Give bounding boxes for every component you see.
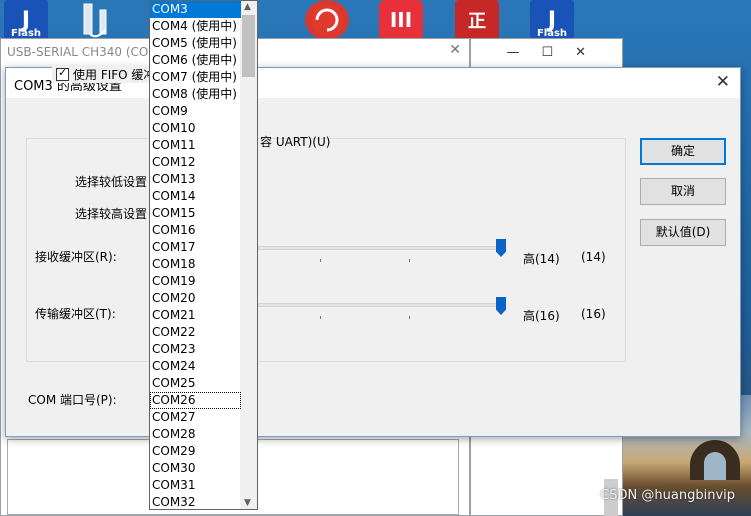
close-icon[interactable]: ✕ [449, 42, 461, 58]
tx-buffer-slider[interactable] [258, 303, 504, 307]
list-item[interactable]: COM28 [150, 426, 241, 443]
slider-tick [409, 259, 410, 262]
dropdown-scrollbar[interactable]: ▲ ▼ [240, 1, 257, 509]
tx-buffer-label: 传输缓冲区(T): [35, 307, 116, 321]
rx-buffer-high-label: 高(14) [523, 252, 560, 266]
rx-buffer-slider[interactable] [258, 246, 504, 250]
list-item[interactable]: COM19 [150, 273, 241, 290]
list-item[interactable]: COM9 [150, 103, 241, 120]
list-item[interactable]: COM23 [150, 341, 241, 358]
list-item[interactable]: COM31 [150, 477, 241, 494]
com-port-label: COM 端口号(P): [28, 393, 117, 407]
list-item[interactable]: COM17 [150, 239, 241, 256]
default-button[interactable]: 默认值(D) [640, 219, 726, 246]
com-port-dropdown-list[interactable]: ▲ ▼ COM3 COM4 (使用中) COM5 (使用中) COM6 (使用中) CO… [149, 0, 258, 510]
list-item[interactable]: COM15 [150, 205, 241, 222]
list-item[interactable]: COM5 (使用中) [150, 35, 241, 52]
list-item[interactable]: COM8 (使用中) [150, 86, 241, 103]
close-icon[interactable]: ✕ [716, 72, 730, 92]
list-item[interactable]: COM18 [150, 256, 241, 273]
list-item[interactable]: COM7 (使用中) [150, 69, 241, 86]
fifo-checkbox[interactable]: 使用 FIFO 缓冲 [52, 66, 160, 83]
list-item[interactable]: COM10 [150, 120, 241, 137]
list-item[interactable]: COM12 [150, 154, 241, 171]
list-item[interactable]: COM16 [150, 222, 241, 239]
list-item[interactable]: COM30 [150, 460, 241, 477]
list-item[interactable]: COM27 [150, 409, 241, 426]
fifo-checkbox-label: 使用 FIFO 缓冲 [73, 68, 156, 82]
checkbox-icon[interactable] [56, 66, 69, 81]
usb-icon[interactable] [74, 0, 118, 40]
list-item[interactable]: COM24 [150, 358, 241, 375]
list-item[interactable]: COM6 (使用中) [150, 52, 241, 69]
list-item[interactable]: COM25 [150, 375, 241, 392]
list-item[interactable]: COM22 [150, 324, 241, 341]
list-item[interactable]: COM21 [150, 307, 241, 324]
high-setting-label: 选择较高设置 [75, 207, 148, 221]
list-item[interactable]: COM29 [150, 443, 241, 460]
slider-tick [320, 259, 321, 262]
cancel-button[interactable]: 取消 [640, 178, 726, 205]
red-circle-icon[interactable] [305, 0, 349, 40]
scroll-down-arrow-icon[interactable]: ▼ [244, 498, 251, 508]
list-item[interactable]: COM26 [150, 392, 241, 409]
rx-buffer-label: 接收缓冲区(R): [35, 250, 117, 264]
slider-tick [320, 316, 321, 319]
list-item[interactable]: COM14 [150, 188, 241, 205]
watermark: CSDN @huangbinvip [600, 488, 735, 503]
list-item[interactable]: COM20 [150, 290, 241, 307]
tx-buffer-high-label: 高(16) [523, 309, 560, 323]
scroll-up-arrow-icon[interactable]: ▲ [244, 2, 251, 12]
j-flash-icon-2[interactable]: J Flash [530, 0, 574, 40]
window-controls[interactable]: —☐✕ [506, 45, 608, 60]
red-app-icon[interactable]: 正 [455, 0, 499, 40]
list-item[interactable]: COM13 [150, 171, 241, 188]
low-setting-label: 选择较低设置 [75, 175, 148, 189]
list-item[interactable]: COM4 (使用中) [150, 18, 241, 35]
tx-buffer-value: (16) [581, 307, 606, 321]
list-item[interactable]: COM3 [150, 1, 241, 18]
fifo-label-tail: 容 UART)(U) [260, 135, 331, 149]
scroll-thumb[interactable] [242, 15, 255, 77]
j-flash-icon[interactable]: J Flash [4, 0, 48, 40]
list-item[interactable]: COM11 [150, 137, 241, 154]
rx-buffer-value: (14) [581, 250, 606, 264]
list-item[interactable]: COM32 [150, 494, 241, 509]
ok-button[interactable]: 确定 [640, 138, 726, 165]
slider-tick [409, 316, 410, 319]
red-square-icon[interactable]: III [379, 0, 423, 40]
